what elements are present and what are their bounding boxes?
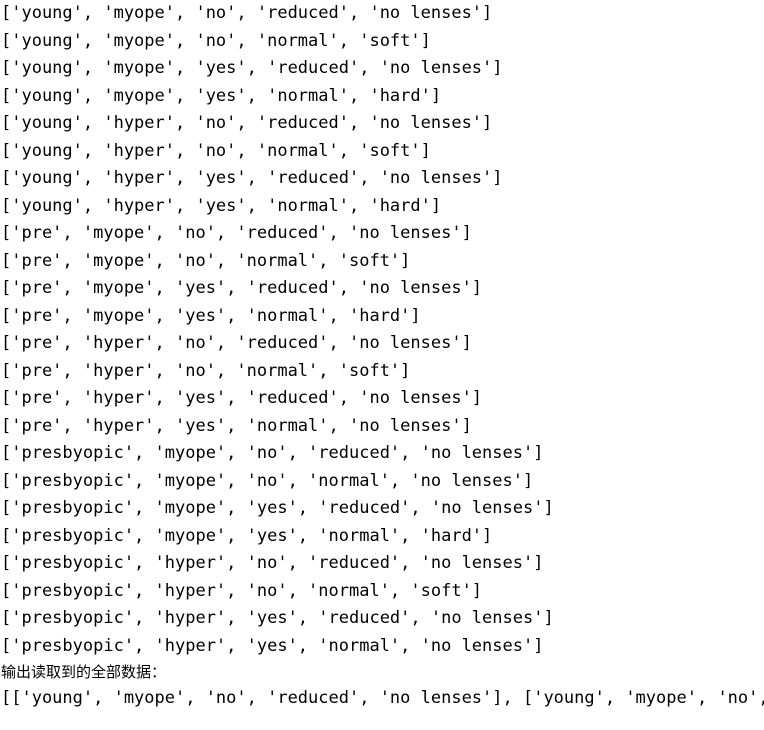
table-row: ['presbyopic', 'hyper', 'yes', 'normal',… [1, 635, 544, 656]
table-row: ['young', 'hyper', 'no', 'reduced', 'no … [1, 113, 493, 133]
table-row: ['pre', 'myope', 'no', 'normal', 'soft'] [1, 250, 411, 271]
table-row: ['pre', 'myope', 'no', 'reduced', 'no le… [1, 223, 472, 243]
table-row: ['pre', 'myope', 'yes', 'normal', 'hard'… [1, 305, 421, 326]
table-row: ['presbyopic', 'myope', 'no', 'normal', … [1, 470, 534, 491]
table-row: ['pre', 'hyper', 'yes', 'normal', 'no le… [1, 415, 472, 436]
table-row: ['young', 'myope', 'yes', 'normal', 'har… [1, 85, 442, 106]
table-row: ['presbyopic', 'hyper', 'yes', 'reduced'… [1, 608, 554, 628]
table-row: ['presbyopic', 'hyper', 'no', 'reduced',… [1, 553, 544, 573]
table-row: ['young', 'myope', 'no', 'reduced', 'no … [1, 3, 493, 23]
table-row: ['young', 'myope', 'no', 'normal', 'soft… [1, 30, 431, 51]
table-row: ['young', 'hyper', 'yes', 'normal', 'har… [1, 195, 442, 216]
table-row: ['presbyopic', 'myope', 'yes', 'reduced'… [1, 498, 554, 518]
table-row: ['presbyopic', 'myope', 'yes', 'normal',… [1, 525, 493, 546]
table-row: ['presbyopic', 'myope', 'no', 'reduced',… [1, 443, 544, 463]
table-row: ['pre', 'hyper', 'no', 'reduced', 'no le… [1, 333, 472, 353]
table-row: ['pre', 'myope', 'yes', 'reduced', 'no l… [1, 278, 483, 298]
full-dataset-output-line: [['young', 'myope', 'no', 'reduced', 'no… [1, 688, 764, 708]
console-output-pane: ['young', 'myope', 'no', 'reduced', 'no … [0, 0, 764, 730]
table-row: ['pre', 'hyper', 'yes', 'reduced', 'no l… [1, 388, 483, 408]
data-row-list: ['young', 'myope', 'no', 'reduced', 'no … [0, 0, 764, 660]
table-row: ['young', 'hyper', 'no', 'normal', 'soft… [1, 140, 431, 161]
table-row: ['pre', 'hyper', 'no', 'normal', 'soft'] [1, 360, 411, 381]
section-label: 输出读取到的全部数据： [1, 663, 167, 681]
table-row: ['young', 'hyper', 'yes', 'reduced', 'no… [1, 168, 503, 188]
table-row: ['young', 'myope', 'yes', 'reduced', 'no… [1, 58, 503, 78]
table-row: ['presbyopic', 'hyper', 'no', 'normal', … [1, 580, 483, 601]
